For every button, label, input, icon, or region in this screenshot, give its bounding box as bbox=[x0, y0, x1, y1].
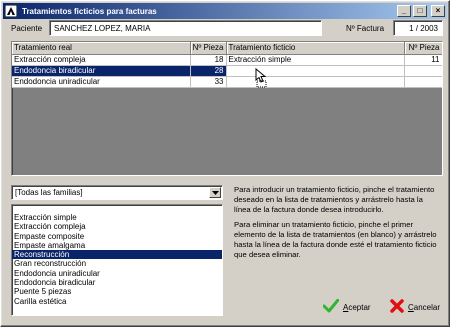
cell-real-treatment[interactable]: Endodoncia uniradicular bbox=[12, 76, 191, 88]
invoice-number-label: Nº Factura bbox=[346, 24, 385, 33]
cell-tooth-fictitious[interactable]: 11 bbox=[404, 54, 442, 66]
cell-fictitious-treatment[interactable] bbox=[226, 65, 405, 77]
list-item[interactable]: Extracción compleja bbox=[12, 222, 222, 231]
column-header-tooth-real[interactable]: Nº Pieza bbox=[190, 42, 227, 55]
list-item[interactable]: Endodoncia uniradicular bbox=[12, 269, 222, 278]
patient-field[interactable]: SANCHEZ LOPEZ, MARIA bbox=[49, 20, 322, 36]
table-row[interactable]: Endodoncia uniradicular 33 bbox=[12, 76, 442, 88]
list-item[interactable]: Extracción simple bbox=[12, 213, 222, 222]
list-item[interactable]: Carilla estética bbox=[12, 297, 222, 306]
cell-tooth-fictitious[interactable] bbox=[404, 76, 442, 88]
x-icon bbox=[390, 299, 404, 315]
dialog-window: Tratamientos ficticios para facturas _ □… bbox=[0, 0, 450, 327]
grid-header-row: Tratamiento real Nº Pieza Tratamiento fi… bbox=[12, 42, 442, 55]
table-row[interactable]: Extracción compleja 18 Extracción simple… bbox=[12, 54, 442, 66]
list-item[interactable]: Empaste composite bbox=[12, 232, 222, 241]
accept-label: Aceptar bbox=[343, 302, 371, 312]
family-filter-select[interactable]: [Todas las familias] bbox=[11, 185, 223, 200]
minimize-button[interactable]: _ bbox=[397, 5, 411, 17]
patient-label: Paciente bbox=[11, 24, 43, 33]
window-title: Tratamientos ficticios para facturas bbox=[22, 6, 157, 16]
invoice-treatments-grid[interactable]: Tratamiento real Nº Pieza Tratamiento fi… bbox=[11, 41, 443, 176]
drag-cursor-icon bbox=[255, 67, 269, 90]
invoice-number-field[interactable]: 1 / 2003 bbox=[393, 20, 443, 36]
cell-fictitious-treatment[interactable] bbox=[226, 76, 405, 88]
treatments-list[interactable]: Extracción simple Extracción compleja Em… bbox=[11, 204, 223, 316]
cancel-label: Cancelar bbox=[408, 302, 441, 312]
column-header-fictitious-treatment[interactable]: Tratamiento ficticio bbox=[226, 42, 405, 55]
column-header-real-treatment[interactable]: Tratamiento real bbox=[12, 42, 191, 55]
cell-real-treatment[interactable]: Endodoncia biradicular bbox=[12, 65, 191, 77]
list-item[interactable]: Gran reconstrucción bbox=[12, 259, 222, 268]
cancel-button[interactable]: Cancelar bbox=[390, 299, 440, 315]
chevron-down-icon[interactable] bbox=[209, 187, 221, 198]
check-icon bbox=[322, 298, 340, 315]
cell-tooth-real[interactable]: 33 bbox=[190, 76, 227, 88]
cell-real-treatment[interactable]: Extracción compleja bbox=[12, 54, 191, 66]
accept-button[interactable]: Aceptar bbox=[322, 298, 371, 315]
list-item[interactable]: Puente 5 piezas bbox=[12, 287, 222, 296]
list-item[interactable]: Empaste amalgama bbox=[12, 241, 222, 250]
column-header-tooth-fictitious[interactable]: Nº Pieza bbox=[404, 42, 442, 55]
family-filter-value: [Todas las familias] bbox=[15, 188, 83, 197]
list-item[interactable]: Endodoncia biradicular bbox=[12, 278, 222, 287]
cell-tooth-real[interactable]: 18 bbox=[190, 54, 227, 66]
list-item-selected[interactable]: Reconstrucción bbox=[12, 250, 222, 260]
dental-app-icon bbox=[4, 4, 18, 18]
maximize-button[interactable]: □ bbox=[413, 5, 427, 17]
help-text-add: Para introducir un tratamiento ficticio,… bbox=[234, 185, 435, 214]
cell-fictitious-treatment[interactable]: Extracción simple bbox=[226, 54, 405, 66]
cell-tooth-fictitious[interactable] bbox=[404, 65, 442, 77]
cell-tooth-real[interactable]: 28 bbox=[190, 65, 227, 77]
help-text-remove: Para eliminar un tratamiento ficticio, p… bbox=[234, 220, 437, 259]
title-bar[interactable]: Tratamientos ficticios para facturas _ □… bbox=[3, 3, 447, 19]
table-row-selected[interactable]: Endodoncia biradicular 28 bbox=[12, 65, 442, 77]
close-button[interactable]: × bbox=[431, 5, 445, 17]
